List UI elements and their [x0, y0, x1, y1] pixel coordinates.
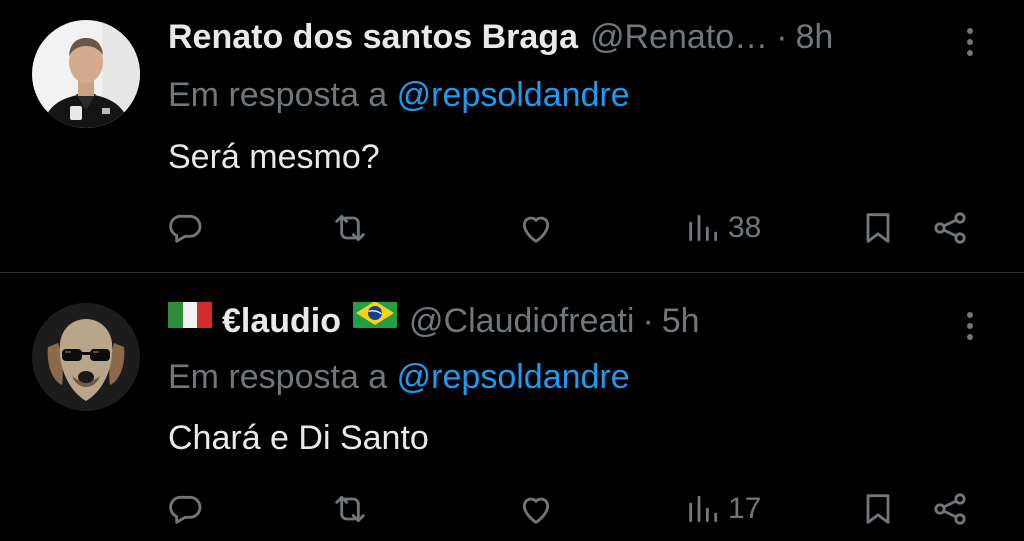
- bookmark-icon: [866, 213, 890, 243]
- display-name[interactable]: Renato dos santos Braga: [168, 18, 578, 57]
- reply-button[interactable]: [165, 206, 205, 250]
- username[interactable]: @Claudiofreati: [409, 302, 634, 341]
- reply-icon: [169, 214, 202, 243]
- like-icon: [522, 497, 550, 524]
- timestamp[interactable]: 8h: [795, 18, 833, 57]
- tweet-header: Renato dos santos Braga @Renato… · 8h: [168, 18, 944, 57]
- action-bar: 38: [0, 206, 1024, 250]
- brazil-flag-icon: [353, 302, 398, 328]
- retweet-icon: [335, 495, 365, 523]
- reply-prefix: Em resposta a: [168, 76, 388, 114]
- views-count: 38: [728, 211, 762, 244]
- share-icon: [934, 212, 966, 244]
- display-name[interactable]: €laudio: [222, 302, 341, 341]
- action-bar: 17: [0, 487, 1024, 531]
- reply-context: Em resposta a @repsoldandre: [168, 76, 630, 115]
- views-count: 17: [728, 492, 762, 525]
- like-button[interactable]: [516, 487, 556, 531]
- bookmark-button[interactable]: [858, 206, 898, 250]
- reply-mention-link[interactable]: @repsoldandre: [397, 76, 630, 114]
- tweet[interactable]: €laudio @Claudiofreati · 5h Em resposta …: [0, 273, 1024, 541]
- share-button[interactable]: [930, 487, 970, 531]
- italy-flag-icon: [168, 302, 212, 328]
- more-icon[interactable]: [958, 306, 982, 346]
- tweet-text: Chará e Di Santo: [168, 419, 429, 457]
- share-button[interactable]: [930, 206, 970, 250]
- views-button[interactable]: 17: [684, 487, 761, 531]
- timeline: Renato dos santos Braga @Renato… · 8h Em…: [0, 0, 1024, 541]
- like-icon: [522, 216, 550, 243]
- avatar[interactable]: [32, 20, 140, 128]
- timestamp[interactable]: 5h: [662, 302, 700, 341]
- reply-prefix: Em resposta a: [168, 358, 388, 396]
- reply-mention-link[interactable]: @repsoldandre: [397, 358, 630, 396]
- bookmark-icon: [866, 494, 890, 524]
- retweet-button[interactable]: [330, 206, 370, 250]
- reply-button[interactable]: [165, 487, 205, 531]
- tweet[interactable]: Renato dos santos Braga @Renato… · 8h Em…: [0, 0, 1024, 272]
- share-icon: [934, 493, 966, 525]
- tweet-text: Será mesmo?: [168, 138, 380, 176]
- views-icon: [689, 495, 718, 523]
- bookmark-button[interactable]: [858, 487, 898, 531]
- avatar[interactable]: [32, 303, 140, 411]
- views-button[interactable]: 38: [684, 206, 761, 250]
- separator: ·: [776, 18, 788, 56]
- reply-context: Em resposta a @repsoldandre: [168, 358, 630, 397]
- separator: ·: [642, 302, 654, 340]
- reply-icon: [169, 495, 202, 524]
- retweet-icon: [335, 214, 365, 242]
- views-icon: [689, 214, 718, 242]
- retweet-button[interactable]: [330, 487, 370, 531]
- username[interactable]: @Renato…: [590, 18, 768, 57]
- tweet-header: €laudio @Claudiofreati · 5h: [168, 302, 944, 341]
- more-icon[interactable]: [958, 22, 982, 62]
- like-button[interactable]: [516, 206, 556, 250]
